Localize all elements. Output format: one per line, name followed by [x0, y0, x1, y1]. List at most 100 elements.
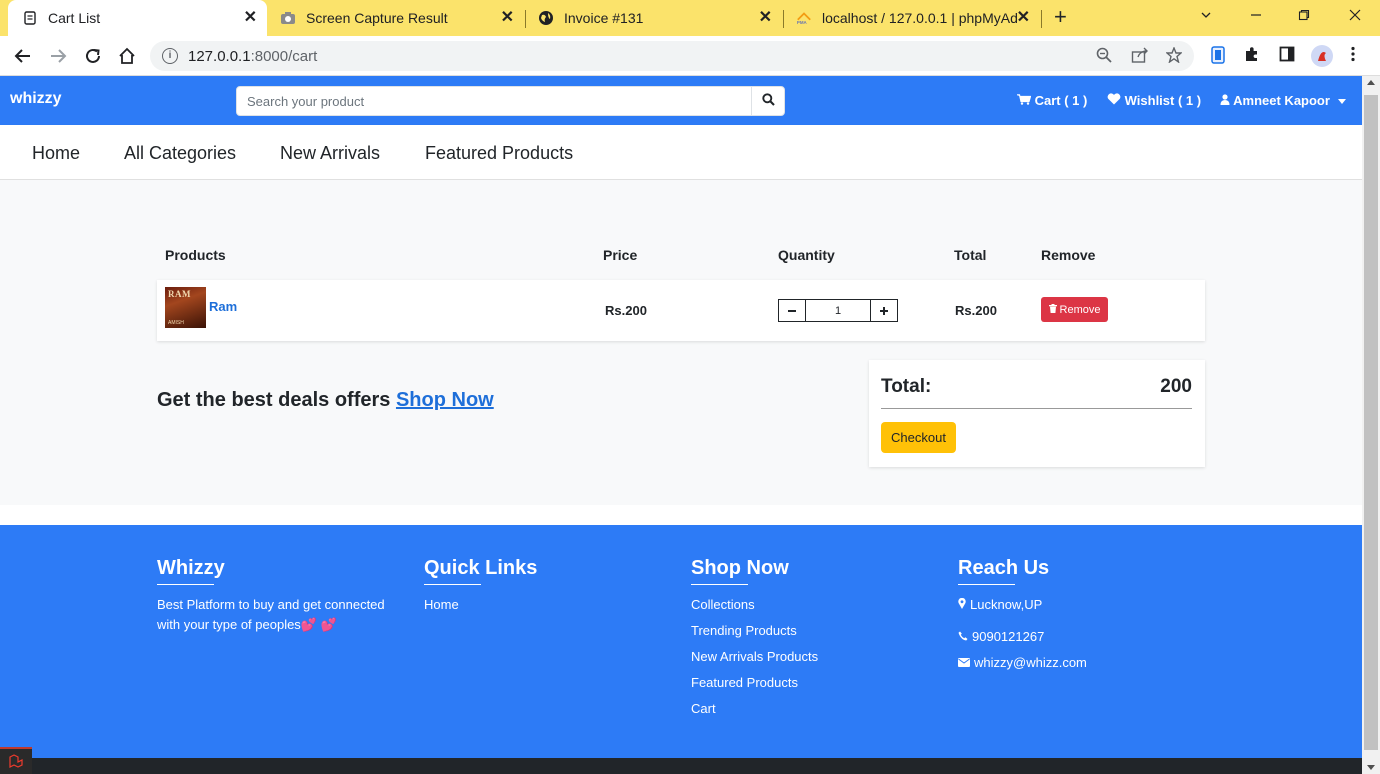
site-header: whizzy Cart ( 1 ) Wishlist ( 1 ) Amneet …	[0, 76, 1362, 125]
svg-text:PMA: PMA	[797, 20, 808, 25]
nav-new-arrivals[interactable]: New Arrivals	[280, 143, 380, 164]
search-bar	[236, 86, 785, 116]
share-icon[interactable]	[1131, 47, 1149, 68]
laravel-debug-icon[interactable]	[0, 747, 32, 774]
location-text: Lucknow,UP	[970, 597, 1043, 612]
search-button[interactable]	[751, 87, 784, 115]
quantity-stepper: 1	[778, 299, 898, 322]
footer-title: Quick Links	[424, 557, 538, 579]
footer-phone: 9090121267	[958, 624, 1087, 650]
wishlist-label: Wishlist ( 1 )	[1124, 93, 1202, 108]
tab-phpmyadmin[interactable]: PMA localhost / 127.0.0.1 | phpMyAdm ✕	[784, 0, 1040, 36]
cart-link[interactable]: Cart ( 1 )	[1017, 93, 1087, 108]
user-menu[interactable]: Amneet Kapoor	[1220, 93, 1346, 108]
url-text: 127.0.0.1:8000/cart	[188, 48, 317, 65]
tab-invoice[interactable]: Invoice #131 ✕	[526, 0, 782, 36]
chevron-down-icon[interactable]	[1200, 8, 1212, 24]
extension-icon[interactable]	[1210, 46, 1226, 69]
footer-title: Reach Us	[958, 557, 1050, 579]
menu-kebab-icon[interactable]	[1350, 46, 1356, 67]
scrollbar-thumb[interactable]	[1364, 95, 1378, 750]
thumbnail-title: RAM	[168, 289, 191, 299]
divider	[881, 408, 1192, 409]
browser-tab-bar: Cart List ✕ Screen Capture Result ✕ Invo…	[0, 0, 1380, 36]
search-input[interactable]	[237, 87, 752, 115]
footer-email[interactable]: whizzy@whizz.com	[958, 650, 1087, 676]
puzzle-icon[interactable]	[1244, 46, 1260, 67]
minimize-icon[interactable]	[1250, 8, 1262, 24]
trash-icon	[1048, 303, 1057, 316]
home-icon[interactable]	[116, 45, 138, 67]
site-footer: Whizzy Best Platform to buy and get conn…	[0, 525, 1362, 758]
scroll-down-arrow-icon[interactable]	[1367, 765, 1375, 770]
nav-home[interactable]: Home	[32, 143, 80, 164]
footer-link-collections[interactable]: Collections	[691, 592, 818, 618]
heart-icon	[1107, 93, 1125, 108]
tab-title: Invoice #131	[564, 10, 644, 26]
zoom-icon[interactable]	[1096, 47, 1112, 68]
tab-cart-list[interactable]: Cart List ✕	[8, 0, 267, 36]
wishlist-link[interactable]: Wishlist ( 1 )	[1107, 93, 1201, 108]
envelope-icon	[958, 650, 970, 676]
close-tab-icon[interactable]: ✕	[1017, 9, 1030, 27]
shop-now-link[interactable]: Shop Now	[396, 389, 494, 411]
back-icon[interactable]	[12, 45, 34, 67]
url-host: 127.0.0.1	[188, 48, 251, 65]
product-name-link[interactable]: Ram	[209, 299, 237, 314]
footer-title: Whizzy	[157, 557, 225, 579]
new-tab-icon[interactable]: +	[1054, 6, 1067, 28]
globe-icon	[538, 10, 554, 26]
close-tab-icon[interactable]: ✕	[501, 9, 514, 27]
column-header-total: Total	[954, 247, 987, 263]
quantity-input[interactable]: 1	[806, 299, 870, 322]
column-header-remove: Remove	[1041, 247, 1096, 263]
side-panel-icon[interactable]	[1279, 46, 1295, 67]
product-thumbnail[interactable]: RAM AMISH	[165, 287, 206, 328]
close-tab-icon[interactable]: ✕	[244, 9, 257, 27]
bookmark-star-icon[interactable]	[1165, 46, 1183, 68]
site-info-icon[interactable]: i	[162, 48, 178, 64]
footer-link-cart[interactable]: Cart	[691, 696, 818, 722]
total-label: Total:	[881, 376, 932, 397]
browser-toolbar: i 127.0.0.1:8000/cart	[0, 36, 1380, 76]
page-scrollbar[interactable]	[1362, 76, 1380, 774]
camera-icon	[280, 10, 296, 26]
profile-avatar[interactable]	[1311, 45, 1333, 72]
close-window-icon[interactable]	[1349, 8, 1361, 24]
scroll-up-arrow-icon[interactable]	[1367, 80, 1375, 85]
nav-all-categories[interactable]: All Categories	[124, 143, 236, 164]
nav-featured-products[interactable]: Featured Products	[425, 143, 573, 164]
map-marker-icon	[958, 592, 966, 618]
url-path: :8000/cart	[250, 48, 318, 65]
footer-quick-links: Quick Links Home	[424, 557, 537, 615]
restore-icon[interactable]	[1298, 8, 1310, 24]
brand-logo[interactable]: whizzy	[10, 90, 62, 108]
title-underline	[958, 584, 1015, 585]
footer-link-home[interactable]: Home	[424, 595, 537, 615]
product-price: Rs.200	[605, 303, 647, 318]
tab-title: Cart List	[48, 10, 101, 26]
tab-screen-capture[interactable]: Screen Capture Result ✕	[268, 0, 524, 36]
close-tab-icon[interactable]: ✕	[759, 9, 772, 27]
footer-reach-us: Reach Us Lucknow,UP 9090121267 whizzy@wh…	[958, 557, 1087, 676]
footer-location: Lucknow,UP	[958, 592, 1087, 618]
cart-total-card: Total: 200 Checkout	[869, 360, 1205, 467]
footer-title: Shop Now	[691, 557, 789, 579]
tab-separator	[1041, 10, 1042, 28]
title-underline	[424, 584, 481, 585]
title-underline	[157, 584, 214, 585]
phone-icon	[958, 624, 968, 650]
increment-button[interactable]	[870, 299, 898, 322]
reload-icon[interactable]	[82, 45, 104, 67]
remove-button[interactable]: Remove	[1041, 297, 1108, 322]
footer-link-trending[interactable]: Trending Products	[691, 618, 818, 644]
footer-link-featured[interactable]: Featured Products	[691, 670, 818, 696]
email-text: whizzy@whizz.com	[974, 655, 1087, 670]
title-underline	[691, 584, 748, 585]
footer-about-text: Best Platform to buy and get connected w…	[157, 597, 385, 632]
checkout-button[interactable]: Checkout	[881, 422, 956, 453]
address-bar[interactable]: i 127.0.0.1:8000/cart	[150, 41, 1194, 71]
footer-link-new-arrivals[interactable]: New Arrivals Products	[691, 644, 818, 670]
decrement-button[interactable]	[778, 299, 806, 322]
forward-icon[interactable]	[47, 45, 69, 67]
